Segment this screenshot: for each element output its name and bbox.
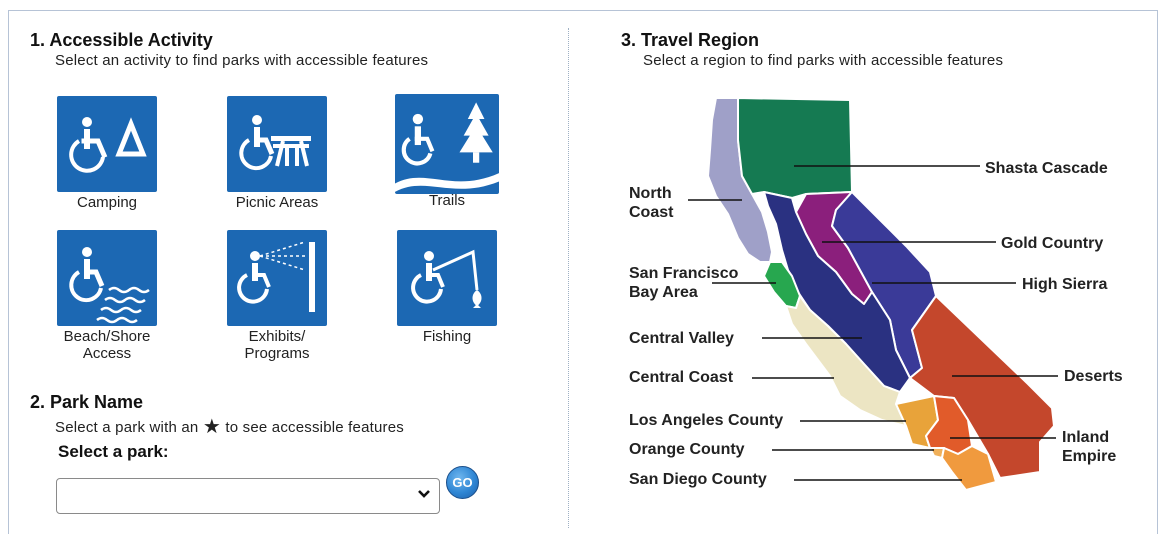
activity-camping[interactable]: Camping bbox=[52, 96, 162, 211]
label-central-valley: Central Valley bbox=[629, 330, 734, 347]
activity-label: Fishing bbox=[422, 328, 472, 345]
beach-icon bbox=[57, 230, 157, 326]
activity-beach-shore-access[interactable]: Beach/Shore Access bbox=[52, 230, 162, 362]
park-section-title: 2. Park Name bbox=[30, 392, 144, 412]
label-north-coast: North Coast bbox=[629, 185, 674, 221]
label-gold-country: Gold Country bbox=[1001, 235, 1104, 252]
label-orange-county: Orange County bbox=[629, 441, 745, 458]
activity-fishing[interactable]: Fishing bbox=[392, 230, 502, 345]
activity-label: Picnic Areas bbox=[235, 194, 319, 211]
picnic-icon bbox=[227, 96, 327, 192]
activity-section-subtitle: Select an activity to find parks with ac… bbox=[55, 52, 429, 69]
region-section-subtitle: Select a region to find parks with acces… bbox=[643, 52, 1004, 69]
activity-label: Trails bbox=[428, 192, 466, 209]
exhibits-icon bbox=[227, 230, 327, 326]
label-high-sierra: High Sierra bbox=[1022, 276, 1108, 293]
star-icon: ★ bbox=[202, 416, 221, 438]
park-section-subtitle: Select a park with an ★ to see accessibl… bbox=[55, 416, 404, 438]
activity-label: Exhibits/Programs bbox=[244, 328, 310, 362]
label-san-diego: San Diego County bbox=[629, 471, 767, 488]
region-shasta-cascade[interactable] bbox=[737, 97, 853, 199]
activity-trails[interactable]: Trails bbox=[392, 94, 502, 209]
label-inland-empire: Inland Empire bbox=[1062, 429, 1117, 465]
fishing-icon bbox=[397, 230, 497, 326]
park-select[interactable] bbox=[56, 478, 440, 514]
activity-label: Camping bbox=[76, 194, 138, 211]
activity-label: Beach/Shore Access bbox=[63, 328, 151, 362]
column-divider bbox=[568, 28, 569, 528]
camping-icon bbox=[57, 96, 157, 192]
label-deserts: Deserts bbox=[1064, 368, 1123, 385]
region-section-title: 3. Travel Region bbox=[621, 30, 760, 50]
trails-icon bbox=[395, 94, 499, 194]
label-shasta-cascade: Shasta Cascade bbox=[985, 160, 1108, 177]
activity-section-title: 1. Accessible Activity bbox=[30, 30, 213, 50]
activity-exhibits-programs[interactable]: Exhibits/Programs bbox=[222, 230, 332, 362]
activity-picnic-areas[interactable]: Picnic Areas bbox=[222, 96, 332, 211]
go-button[interactable]: GO bbox=[446, 466, 479, 499]
chevron-down-icon bbox=[418, 490, 430, 498]
label-los-angeles: Los Angeles County bbox=[629, 412, 784, 429]
select-park-label: Select a park: bbox=[58, 442, 169, 461]
label-sf-bay-area: San Francisco Bay Area bbox=[629, 265, 739, 301]
label-central-coast: Central Coast bbox=[629, 369, 734, 386]
